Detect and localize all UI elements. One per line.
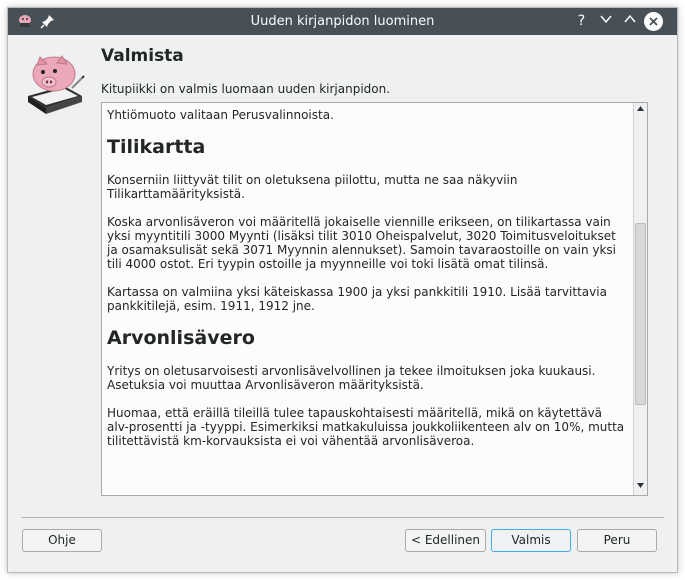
back-button[interactable]: < Edellinen [405, 529, 486, 552]
section-heading-arvonlisavero: Arvonlisävero [107, 327, 255, 349]
minimize-button[interactable] [595, 11, 616, 32]
page-subtitle: Kitupiikki on valmis luomaan uuden kirja… [101, 82, 391, 96]
wizard-window: Uuden kirjanpidon luominen ? Valmista Ki… [7, 7, 678, 573]
piggy-bank-logo-icon [28, 55, 85, 114]
arrow-down-icon [637, 483, 644, 488]
scroll-up-button[interactable] [634, 104, 647, 117]
section-paragraph: Huomaa, että eräillä tileillä tulee tapa… [107, 406, 625, 448]
info-text-view[interactable]: Yhtiömuoto valitaan Perusvalinnoista. Ti… [101, 102, 648, 496]
finish-button[interactable]: Valmis [491, 529, 571, 552]
chevron-down-icon [599, 15, 612, 24]
maximize-button[interactable] [619, 11, 640, 32]
info-text-content: Yhtiömuoto valitaan Perusvalinnoista. Ti… [107, 108, 627, 462]
page-title: Valmista [101, 46, 184, 66]
section-heading-tilikartta: Tilikartta [107, 136, 206, 158]
help-button[interactable]: Ohje [22, 529, 102, 552]
cancel-button[interactable]: Peru [577, 529, 657, 552]
close-button[interactable] [644, 12, 663, 31]
intro-text: Yhtiömuoto valitaan Perusvalinnoista. [107, 108, 334, 122]
section-paragraph: Koska arvonlisäveron voi määritellä joka… [107, 215, 616, 271]
close-icon [649, 17, 658, 26]
section-paragraph: Kartassa on valmiina yksi käteiskassa 19… [107, 285, 607, 313]
scrollbar-thumb[interactable] [635, 223, 646, 405]
section-paragraph: Konserniin liittyvät tilit on oletuksena… [107, 173, 518, 201]
titlebar[interactable]: Uuden kirjanpidon luominen ? [8, 8, 677, 35]
scroll-down-button[interactable] [634, 481, 647, 494]
section-paragraph: Yritys on oletusarvoisesti arvonlisävelv… [107, 364, 596, 392]
button-separator [21, 517, 664, 518]
arrow-up-icon [637, 106, 644, 111]
vertical-scrollbar[interactable] [633, 103, 647, 495]
chevron-up-icon [623, 14, 636, 23]
help-titlebar-button[interactable]: ? [571, 11, 592, 32]
